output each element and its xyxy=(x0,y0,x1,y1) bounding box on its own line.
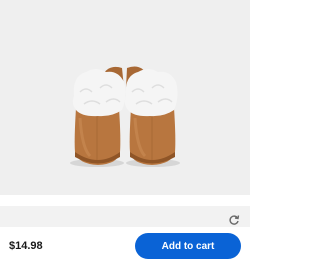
section-divider xyxy=(0,206,250,227)
purchase-bar: $14.98 Add to cart xyxy=(0,230,250,265)
product-image[interactable] xyxy=(0,0,250,195)
price-label: $14.98 xyxy=(9,240,43,252)
slipper-pair-image xyxy=(70,66,180,167)
add-to-cart-button[interactable]: Add to cart xyxy=(135,233,241,259)
refresh-icon[interactable] xyxy=(228,214,240,226)
